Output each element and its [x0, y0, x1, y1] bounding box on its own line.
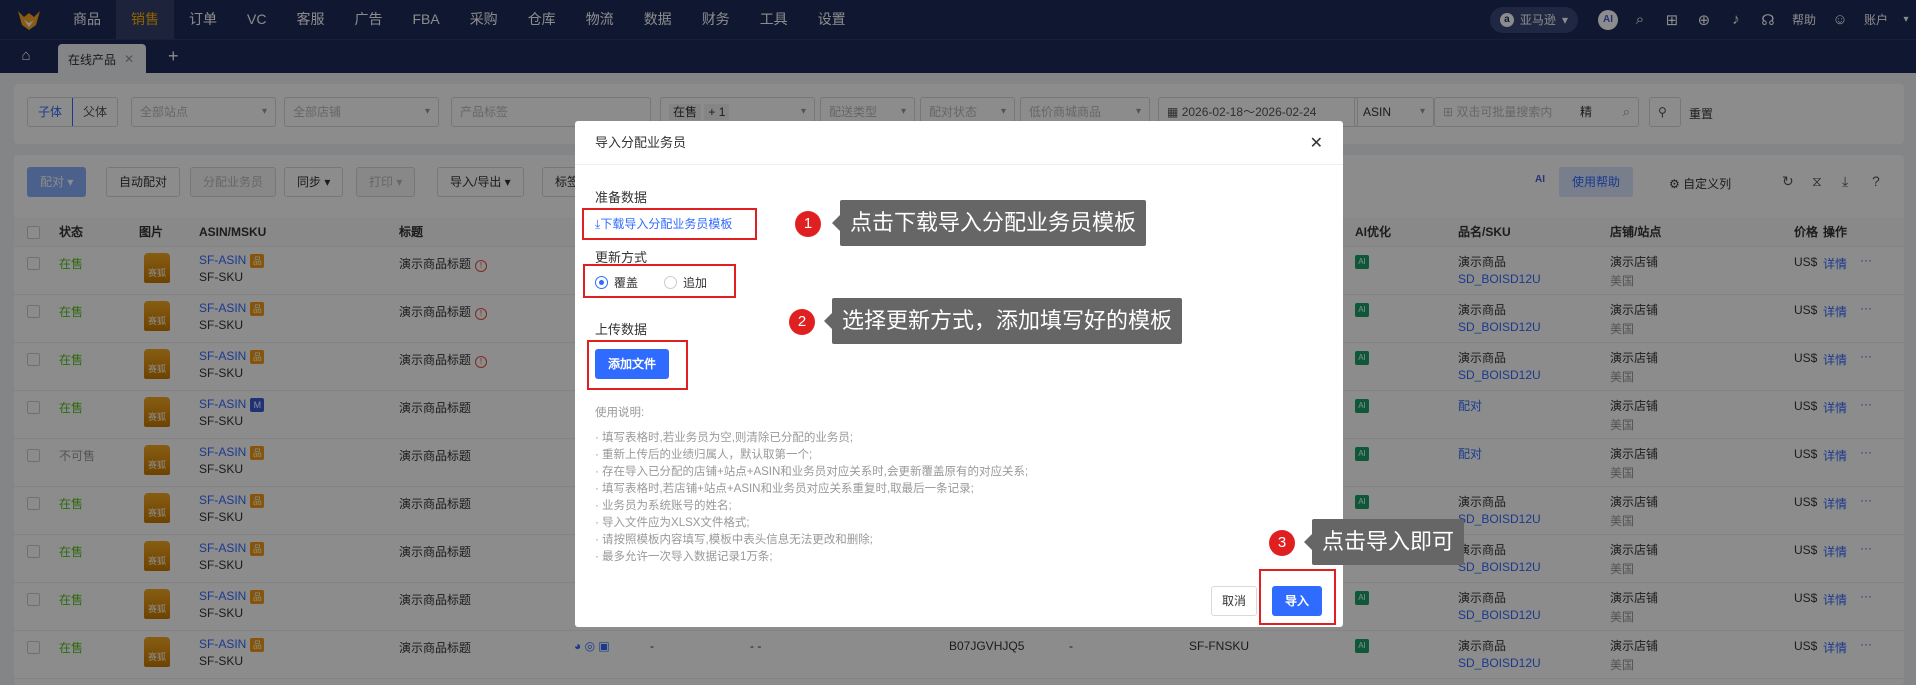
cancel-button[interactable]: 取消: [1211, 586, 1258, 616]
note-line: · 导入文件应为XLSX文件格式;: [595, 517, 750, 529]
note-line: · 最多允许一次导入数据记录1万条;: [595, 551, 773, 563]
callout-text-3: 点击导入即可: [1303, 519, 1465, 565]
callout-number-1: 1: [795, 211, 821, 237]
highlight-add-file: [587, 340, 688, 390]
callout-number-3: 3: [1269, 530, 1295, 556]
import-assign-dialog: 导入分配业务员 ✕ 准备数据 ⤓下载导入分配业务员模板 更新方式 覆盖 追加 上…: [575, 121, 1343, 627]
highlight-import: [1259, 569, 1336, 625]
notes-title: 使用说明:: [595, 407, 645, 419]
highlight-update-mode: [583, 264, 736, 298]
highlight-download: [582, 208, 757, 240]
note-line: · 业务员为系统账号的姓名;: [595, 500, 732, 512]
modal-backdrop-top: [0, 0, 1916, 73]
prepare-label: 准备数据: [595, 190, 648, 205]
note-line: · 重新上传后的业绩归属人，默认取第一个;: [595, 449, 813, 461]
close-icon[interactable]: ✕: [1310, 133, 1323, 153]
callout-number-2: 2: [789, 309, 815, 335]
note-line: · 请按照模板内容填写,模板中表头信息无法更改和删除;: [595, 534, 873, 546]
usage-notes: 使用说明: · 填写表格时,若业务员为空,则清除已分配的业务员; · 重新上传后…: [595, 405, 1028, 566]
note-line: · 填写表格时,若业务员为空,则清除已分配的业务员;: [595, 432, 854, 444]
callout-text-2: 选择更新方式，添加填写好的模板: [823, 298, 1183, 344]
note-line: · 填写表格时,若店铺+站点+ASIN和业务员对应关系重复时,取最后一条记录;: [595, 483, 974, 495]
dialog-title: 导入分配业务员: [575, 121, 1343, 165]
callout-text-1: 点击下载导入分配业务员模板: [831, 200, 1147, 246]
upload-label: 上传数据: [595, 322, 648, 337]
note-line: · 存在导入已分配的店铺+站点+ASIN和业务员对应关系时,会更新覆盖原有的对应…: [595, 466, 1029, 478]
